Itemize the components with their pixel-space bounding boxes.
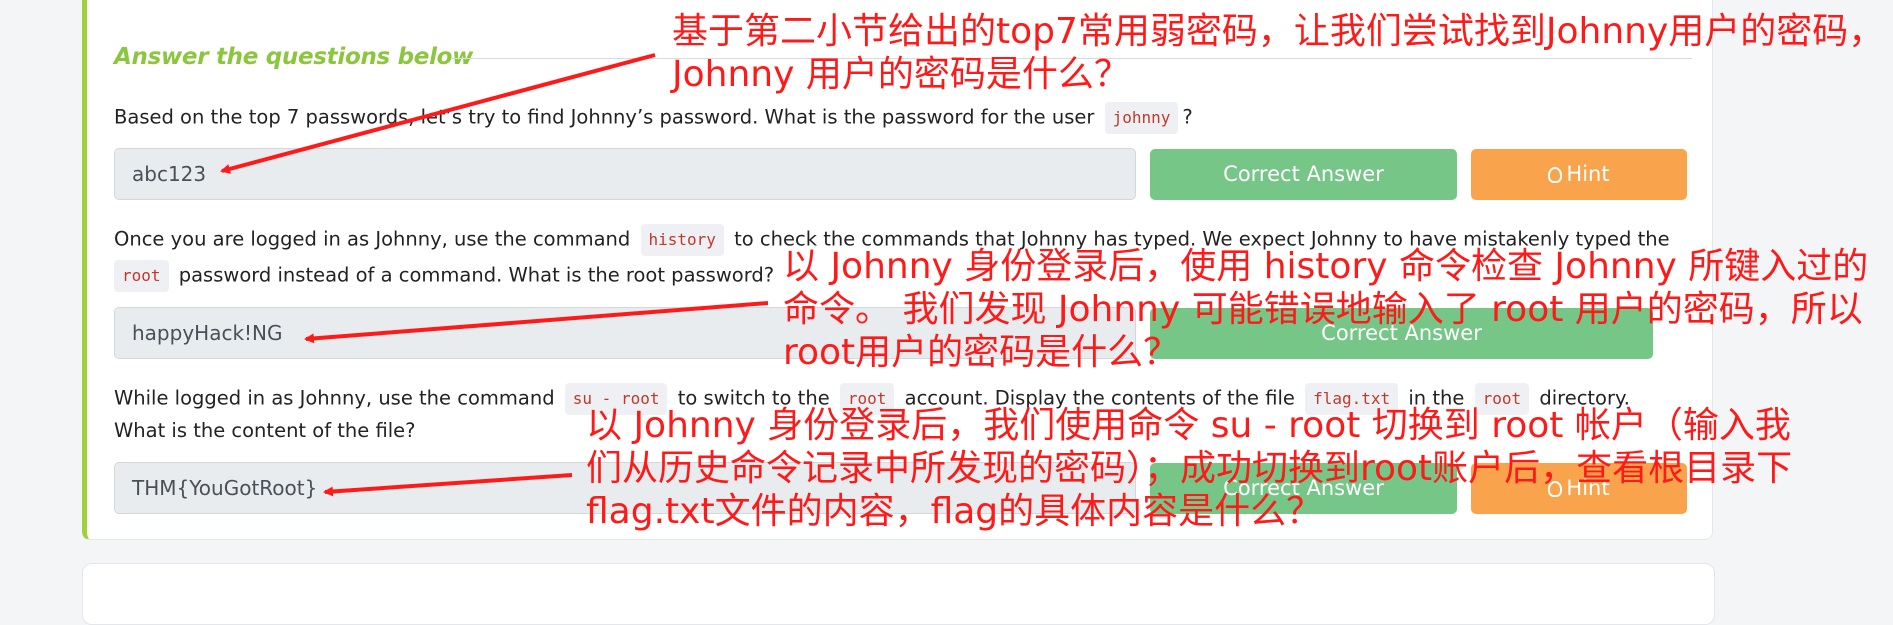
arrow-3 bbox=[323, 473, 573, 497]
annotation-arrows bbox=[220, 53, 769, 497]
arrow-2 bbox=[304, 301, 769, 344]
arrow-1 bbox=[220, 53, 656, 174]
